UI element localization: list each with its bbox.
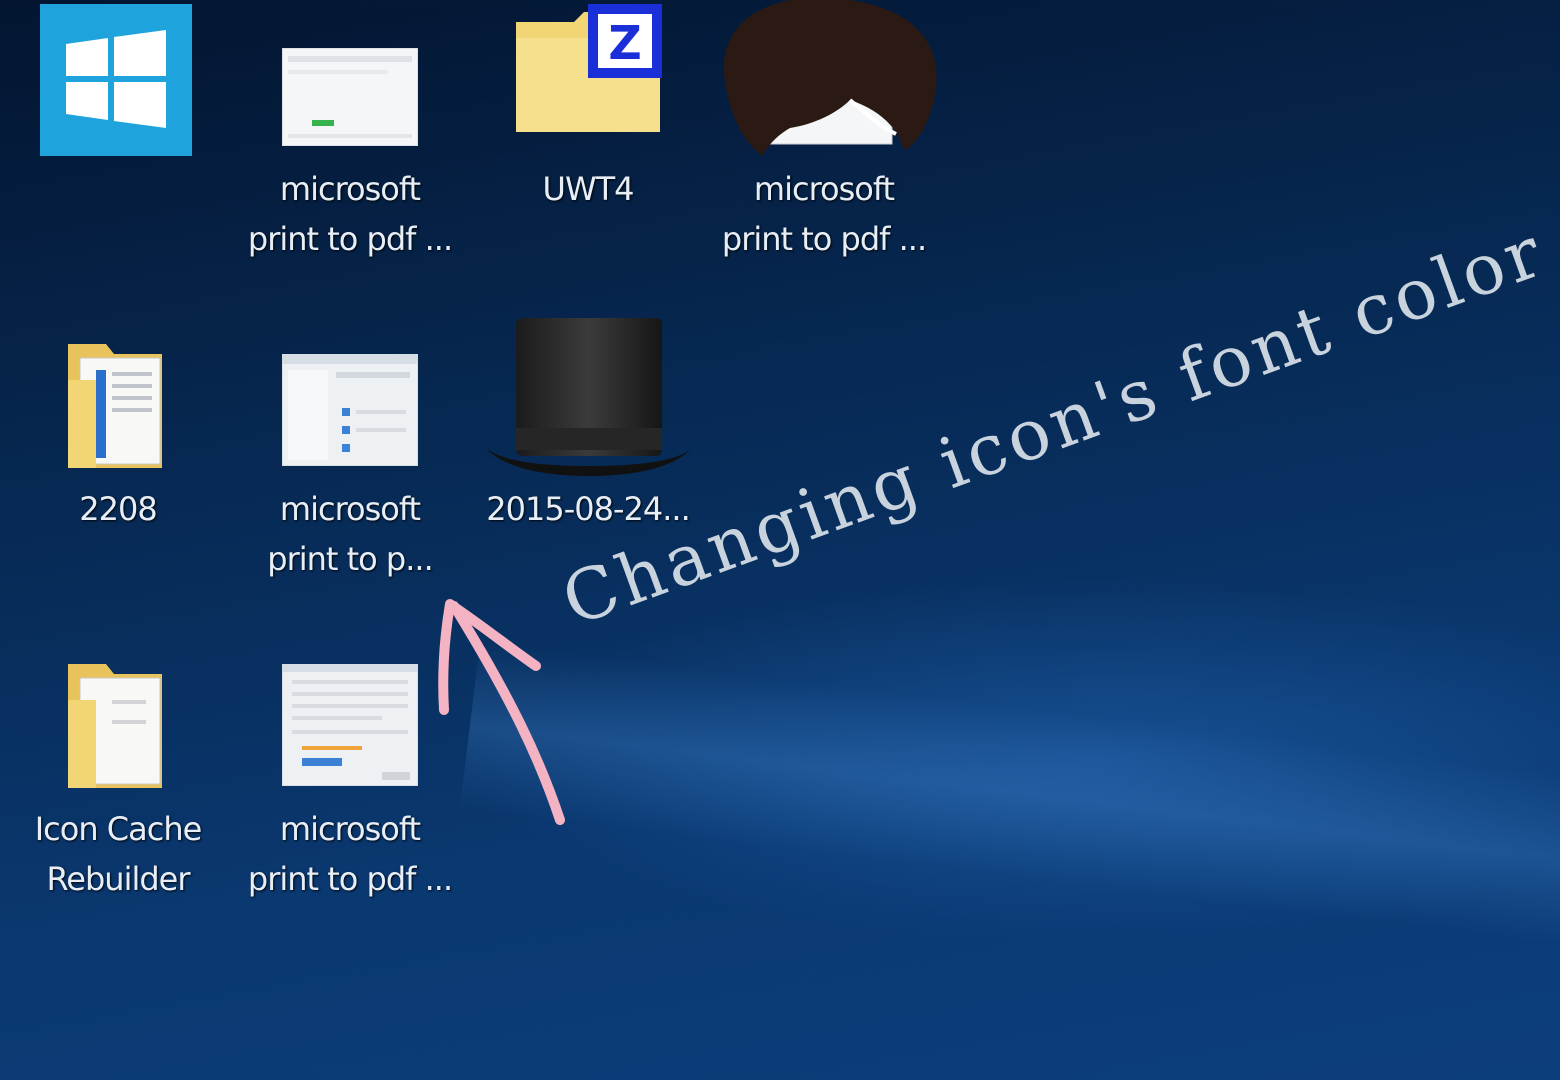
desktop-icon-2208[interactable]: 2208: [0, 330, 236, 540]
desktop-icon-uwt4[interactable]: Z UWT4: [470, 0, 706, 220]
icon-label: microsoft print to pdf ...: [247, 170, 453, 258]
windows-logo-icon: [40, 4, 192, 156]
desktop-icon-pdf-3[interactable]: microsoft print to p...: [232, 330, 468, 590]
zip-folder-icon: Z: [514, 4, 664, 134]
wallpaper-light-beam: [459, 640, 1560, 968]
folder-icon: [66, 660, 166, 790]
document-thumbnail-icon: [281, 47, 419, 147]
icon-label: microsoft print to p...: [267, 490, 433, 578]
document-thumbnail-icon: [281, 353, 419, 467]
icon-label: UWT4: [542, 170, 635, 208]
icon-label: microsoft print to pdf ...: [721, 170, 927, 258]
folder-icon: [66, 340, 166, 470]
desktop-icon-icon-cache-rebuilder[interactable]: Icon Cache Rebuilder: [0, 650, 236, 910]
desktop-icon-pdf-1[interactable]: microsoft print to pdf ...: [232, 0, 468, 270]
desktop-icon-pdf-2[interactable]: microsoft print to pdf ...: [706, 0, 942, 270]
svg-text:Z: Z: [608, 16, 641, 70]
desktop-icon-date-file[interactable]: 2015-08-24...: [470, 310, 706, 530]
avatar-document-icon: [720, 0, 940, 160]
icon-label: Icon Cache Rebuilder: [34, 810, 203, 898]
top-hat-icon: [484, 316, 694, 484]
icon-label: 2208: [79, 490, 157, 528]
document-thumbnail-icon: [281, 663, 419, 787]
windows-start-shortcut[interactable]: [0, 0, 236, 170]
